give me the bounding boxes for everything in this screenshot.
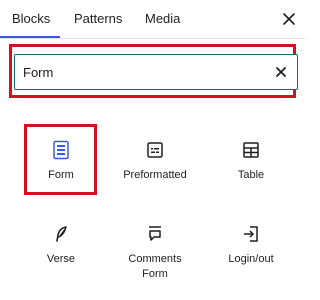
- active-tab-indicator: [0, 36, 60, 38]
- form-highlight-box: [24, 124, 97, 195]
- block-verse[interactable]: Verse: [21, 214, 101, 280]
- inserter-tabs: Blocks Patterns Media: [0, 0, 305, 39]
- tab-media[interactable]: Media: [145, 0, 180, 38]
- preformatted-icon: [143, 138, 167, 162]
- block-label: Comments Form: [128, 253, 182, 280]
- table-icon: [239, 138, 263, 162]
- verse-icon: [49, 222, 73, 246]
- block-label: Table: [237, 169, 265, 181]
- close-icon: [283, 13, 295, 25]
- block-label: Verse: [46, 253, 76, 265]
- block-comments-form[interactable]: Comments Form: [115, 214, 195, 280]
- close-panel-button[interactable]: [279, 9, 299, 29]
- block-login-out[interactable]: Login/out: [211, 214, 291, 280]
- search-input[interactable]: [23, 55, 263, 89]
- block-table[interactable]: Table: [211, 130, 291, 196]
- clear-search-button[interactable]: [273, 64, 289, 80]
- search-field: [14, 54, 298, 90]
- block-label: Preformatted: [123, 169, 187, 181]
- close-icon: [276, 67, 286, 77]
- tab-patterns[interactable]: Patterns: [74, 0, 122, 38]
- comments-form-icon: [143, 222, 167, 246]
- tab-blocks[interactable]: Blocks: [12, 0, 50, 38]
- block-preformatted[interactable]: Preformatted: [115, 130, 195, 196]
- login-icon: [239, 222, 263, 246]
- block-label: Login/out: [228, 253, 274, 265]
